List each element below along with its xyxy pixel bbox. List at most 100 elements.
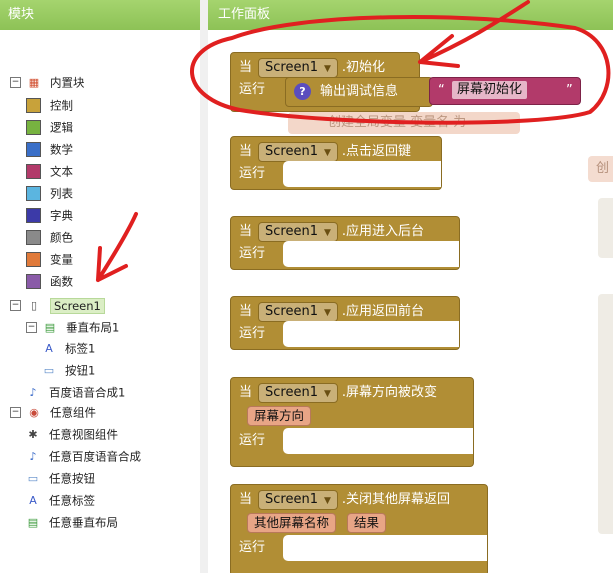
collapse-toggle-icon[interactable]: − <box>10 77 21 88</box>
tree-item-math[interactable]: 数学 <box>26 139 73 159</box>
chevron-down-icon[interactable]: ▼ <box>324 64 331 74</box>
tree-item-builtin[interactable]: − ▦ 内置块 <box>10 72 85 92</box>
tree-item-label: Screen1 <box>50 297 105 314</box>
when-keyword: 当 <box>239 60 253 75</box>
category-color-icon <box>26 98 41 113</box>
chevron-down-icon[interactable]: ▼ <box>324 228 331 238</box>
tree-item-any[interactable]: − ◉ 任意组件 <box>10 402 96 422</box>
tree-item-any_view[interactable]: ✱ 任意视图组件 <box>26 424 118 444</box>
event-name: .初始化 <box>341 60 386 75</box>
chevron-down-icon[interactable]: ▼ <box>324 389 331 399</box>
event-block[interactable]: 当 Screen1 ▼ .初始化 运行? 输出调试信息 “ 屏幕初始化 ” <box>230 52 581 112</box>
blocks-panel-scrollbar[interactable] <box>200 0 208 573</box>
collapse-toggle-icon[interactable]: − <box>10 407 21 418</box>
component-dropdown[interactable]: Screen1 ▼ <box>258 383 338 403</box>
event-block[interactable]: 当 Screen1 ▼ .屏幕方向被改变 屏幕方向 运行 <box>230 377 474 467</box>
tree-item-logic[interactable]: 逻辑 <box>26 117 73 137</box>
tree-item-tts1[interactable]: ♪ 百度语音合成1 <box>26 382 125 402</box>
tree-item-label: 数学 <box>50 142 73 157</box>
event-block-header: 当 Screen1 ▼ .点击返回键 <box>239 141 411 163</box>
tree-item-label: 任意组件 <box>50 405 96 420</box>
tree-item-label: 任意视图组件 <box>49 427 118 442</box>
tree-item-label: 颜色 <box>50 230 73 245</box>
event-name: .关闭其他屏幕返回 <box>341 492 451 507</box>
tree-item-label: 逻辑 <box>50 120 73 135</box>
run-label: 运行 <box>239 166 266 181</box>
tree-item-any_button[interactable]: ▭ 任意按钮 <box>26 468 95 488</box>
tree-item-control[interactable]: 控制 <box>26 95 73 115</box>
statement-slot[interactable] <box>283 321 459 347</box>
tree-item-button1[interactable]: ▭ 按钮1 <box>42 360 96 380</box>
chevron-down-icon[interactable]: ▼ <box>324 308 331 318</box>
tree-item-proc[interactable]: 函数 <box>26 271 73 291</box>
statement-slot[interactable] <box>283 241 459 267</box>
run-label: 运行 <box>239 540 266 555</box>
tree-item-label: 标签1 <box>65 341 96 356</box>
event-block[interactable]: 当 Screen1 ▼ .点击返回键运行 <box>230 136 442 190</box>
vertical-layout-icon: ▤ <box>44 320 56 334</box>
tree-item-label: 文本 <box>50 164 73 179</box>
tree-item-color[interactable]: 颜色 <box>26 227 73 247</box>
tree-item-vlayout[interactable]: − ▤ 垂直布局1 <box>26 317 119 337</box>
tree-item-any_vlayout[interactable]: ▤ 任意垂直布局 <box>26 512 118 532</box>
tree-item-any_label[interactable]: A 任意标签 <box>26 490 95 510</box>
component-dropdown[interactable]: Screen1 ▼ <box>258 58 338 78</box>
workspace-canvas[interactable]: 创建全局变量 变量名 为创当 Screen1 ▼ .初始化 运行? 输出调试信息 “屏幕初始… <box>208 30 613 573</box>
statement-slot[interactable] <box>283 535 487 561</box>
event-block[interactable]: 当 Screen1 ▼ .应用返回前台 运行 <box>230 296 460 350</box>
event-parameter[interactable]: 其他屏幕名称 <box>247 513 337 533</box>
event-parameter[interactable]: 屏幕方向 <box>247 406 312 426</box>
blocks-panel: 模块 − ▦ 内置块 控制 逻辑 数学 文本 列表 字典 颜色 变量 函数 − ▯ Screen1− ▤ 垂直布… <box>0 0 201 573</box>
tree-item-label: 垂直布局1 <box>66 320 120 335</box>
event-block[interactable]: 当 Screen1 ▼ .关闭其他屏幕返回 其他屏幕名称 结果运行 <box>230 484 488 573</box>
debug-output-label: 输出调试信息 <box>320 84 399 99</box>
component-dropdown[interactable]: Screen1 ▼ <box>258 222 338 242</box>
debug-output-block[interactable]: ? 输出调试信息 <box>285 77 433 107</box>
tree-item-text[interactable]: 文本 <box>26 161 73 181</box>
component-dropdown-label: Screen1 <box>265 304 318 319</box>
statement-slot[interactable] <box>283 161 441 187</box>
tree-item-label: 函数 <box>50 274 73 289</box>
when-keyword: 当 <box>239 492 253 507</box>
category-color-icon <box>26 252 41 267</box>
component-dropdown-label: Screen1 <box>265 224 318 239</box>
run-label: 运行 <box>239 433 266 448</box>
tree-item-dict[interactable]: 字典 <box>26 205 73 225</box>
tree-item-any_tts[interactable]: ♪ 任意百度语音合成 <box>26 446 141 466</box>
workspace-panel: 工作面板 创建全局变量 变量名 为创当 Screen1 ▼ .初始化 运行? 输出调试信息… <box>208 0 613 573</box>
statement-slot[interactable] <box>283 428 473 454</box>
component-dropdown[interactable]: Screen1 ▼ <box>258 302 338 322</box>
category-color-icon <box>26 274 41 289</box>
label-icon: A <box>45 341 53 355</box>
vertical-layout-icon: ▤ <box>27 515 39 529</box>
chevron-down-icon[interactable]: ▼ <box>324 496 331 506</box>
component-dropdown-label: Screen1 <box>265 492 318 507</box>
run-label: 运行 <box>239 326 266 341</box>
component-dropdown[interactable]: Screen1 ▼ <box>258 142 338 162</box>
tree-item-screen1[interactable]: − ▯ Screen1 <box>10 295 105 315</box>
builtin-blocks-icon: ▦ <box>28 75 40 89</box>
category-color-icon <box>26 164 41 179</box>
event-parameter[interactable]: 结果 <box>347 513 387 533</box>
text-string-block[interactable]: “ 屏幕初始化 ” <box>429 77 581 105</box>
collapse-toggle-icon[interactable]: − <box>26 322 37 333</box>
view-icon: ✱ <box>28 427 38 441</box>
tree-item-list[interactable]: 列表 <box>26 183 73 203</box>
button-icon: ▭ <box>27 471 39 485</box>
component-dropdown[interactable]: Screen1 ▼ <box>258 490 338 510</box>
tree-item-label1[interactable]: A 标签1 <box>42 338 95 358</box>
event-block[interactable]: 当 Screen1 ▼ .应用进入后台 运行 <box>230 216 460 270</box>
text-string-value[interactable]: 屏幕初始化 <box>452 81 528 99</box>
ghost-block-right <box>598 294 613 534</box>
collapse-toggle-icon[interactable]: − <box>10 300 21 311</box>
speech-icon: ♪ <box>29 385 37 399</box>
tree-item-var[interactable]: 变量 <box>26 249 73 269</box>
when-keyword: 当 <box>239 224 253 239</box>
tree-item-label: 任意百度语音合成 <box>49 449 141 464</box>
tree-item-label: 变量 <box>50 252 73 267</box>
category-color-icon <box>26 142 41 157</box>
chevron-down-icon[interactable]: ▼ <box>324 148 331 158</box>
help-icon[interactable]: ? <box>294 83 311 100</box>
workspace-header: 工作面板 <box>208 0 613 30</box>
event-block-header: 当 Screen1 ▼ .初始化 <box>239 57 385 79</box>
